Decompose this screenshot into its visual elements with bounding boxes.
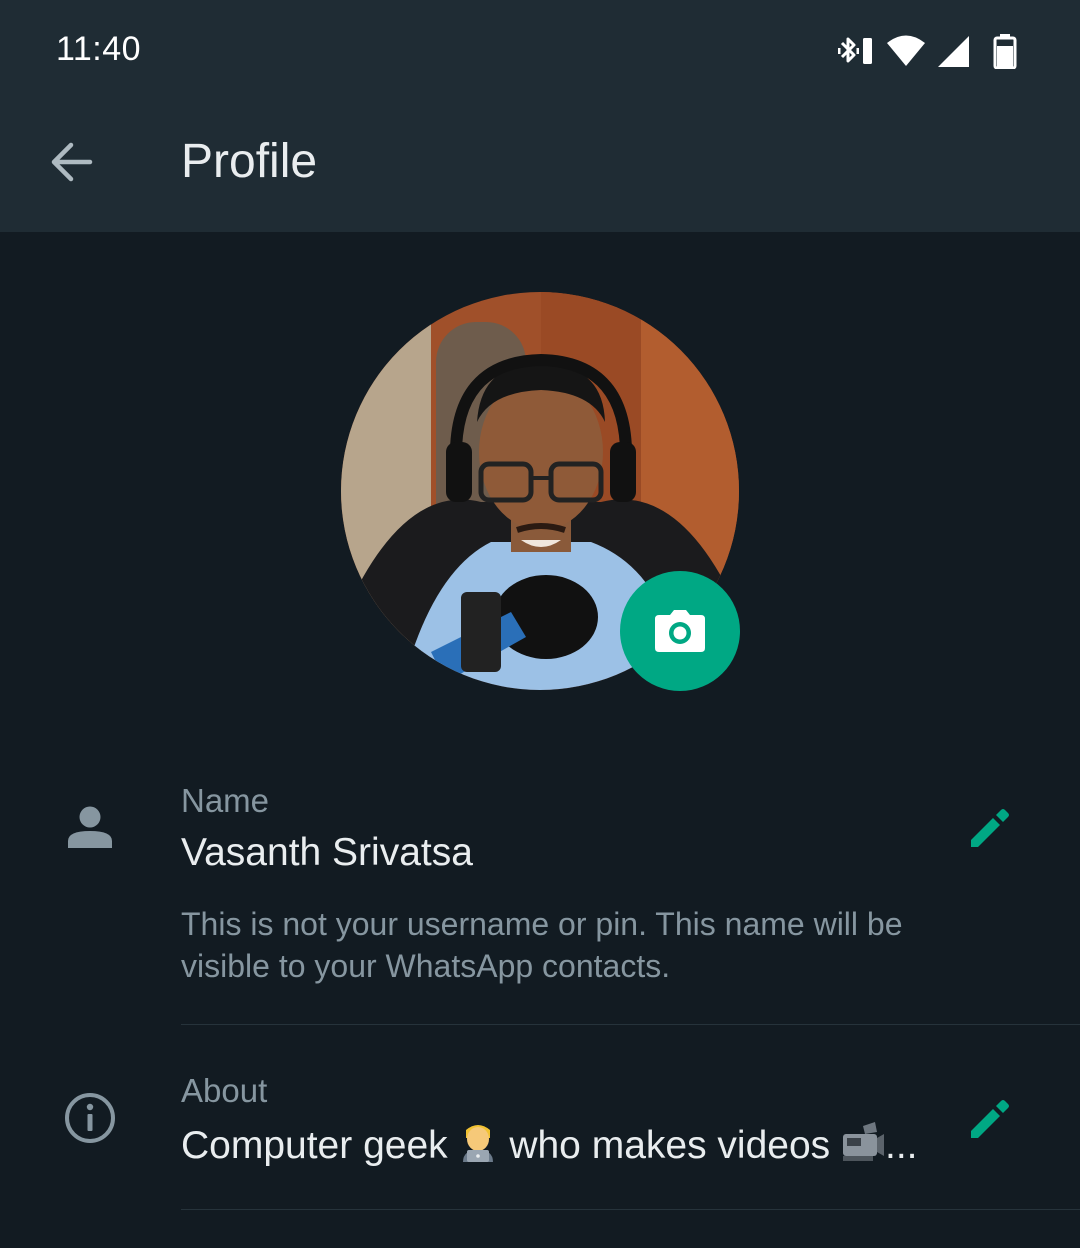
about-value[interactable]: Computer geek who makes videos ...: [181, 1122, 918, 1172]
battery-icon: [993, 34, 1017, 69]
change-photo-button[interactable]: [620, 571, 740, 691]
pencil-icon: [971, 1100, 1009, 1138]
technologist-emoji: [458, 1122, 498, 1172]
status-icons: [836, 32, 1018, 70]
wifi-icon: [887, 35, 925, 66]
edit-name-button[interactable]: [964, 802, 1016, 854]
arrow-left-icon: [51, 142, 93, 182]
app-bar: [0, 100, 1080, 232]
name-label: Name: [181, 782, 270, 819]
divider: [181, 1209, 1080, 1210]
cell-signal-icon: [938, 36, 969, 67]
divider: [181, 1024, 1080, 1025]
person-icon: [67, 806, 113, 853]
about-text-part1: Computer geek: [181, 1124, 448, 1167]
name-value[interactable]: Vasanth Srivatsa: [181, 831, 473, 875]
camera-icon: [655, 610, 705, 652]
status-time: 11:40: [56, 30, 142, 68]
pencil-icon: [971, 809, 1009, 847]
about-label: About: [181, 1072, 268, 1109]
info-icon: [64, 1092, 116, 1149]
status-bar: 11:40: [0, 0, 1080, 100]
page-title: Profile: [181, 135, 318, 188]
about-text-part2: who makes videos: [509, 1124, 831, 1167]
video-camera-emoji: [841, 1122, 885, 1172]
back-button[interactable]: [44, 136, 100, 188]
name-helper-text: This is not your username or pin. This n…: [181, 906, 903, 984]
about-ellipsis: ...: [885, 1124, 918, 1167]
bluetooth-vibrate-icon: [838, 37, 872, 64]
edit-about-button[interactable]: [964, 1093, 1016, 1145]
